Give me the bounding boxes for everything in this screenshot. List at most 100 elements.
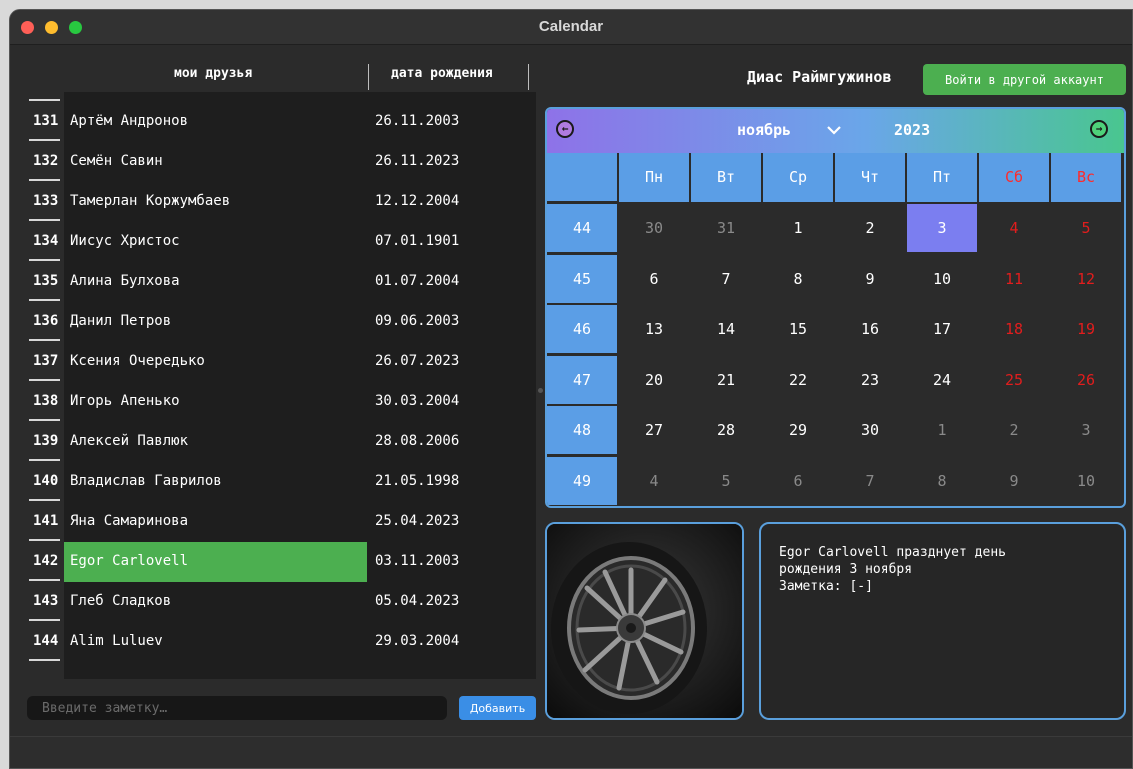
calendar-day[interactable]: 29 <box>763 406 833 454</box>
calendar-day[interactable]: 19 <box>1051 305 1121 353</box>
friend-birthdate[interactable]: 05.04.2023 <box>367 582 536 622</box>
calendar-day[interactable]: 31 <box>691 204 761 252</box>
friend-row[interactable]: 142 Egor Carlovell 03.11.2003 <box>26 542 536 582</box>
calendar-day[interactable]: 20 <box>619 356 689 404</box>
friend-name[interactable]: Владислав Гаврилов <box>64 462 367 502</box>
calendar-day[interactable]: 8 <box>763 255 833 303</box>
calendar-day[interactable]: 24 <box>907 356 977 404</box>
calendar-day[interactable]: 6 <box>619 255 689 303</box>
switch-account-button[interactable]: Войти в другой аккаунт <box>923 64 1126 95</box>
friend-birthdate[interactable]: 30.03.2004 <box>367 382 536 422</box>
calendar-day[interactable]: 14 <box>691 305 761 353</box>
friend-birthdate[interactable]: 26.07.2023 <box>367 342 536 382</box>
friend-row[interactable]: 138 Игорь Апенько 30.03.2004 <box>26 382 536 422</box>
calendar-day[interactable]: 18 <box>979 305 1049 353</box>
friend-row[interactable]: 131 Артём Андронов 26.11.2003 <box>26 102 536 142</box>
calendar-day[interactable]: 25 <box>979 356 1049 404</box>
friend-name[interactable]: Алина Булхова <box>64 262 367 302</box>
month-selector[interactable]: ноябрь <box>737 121 791 139</box>
column-header-name[interactable]: мои друзья <box>174 66 252 81</box>
friend-birthdate[interactable]: 01.07.2004 <box>367 262 536 302</box>
calendar-day[interactable]: 1 <box>907 406 977 454</box>
next-month-icon[interactable]: → <box>1090 120 1108 138</box>
friend-row[interactable]: 134 Иисус Христос 07.01.1901 <box>26 222 536 262</box>
friend-name[interactable]: Алексей Павлюк <box>64 422 367 462</box>
calendar-day[interactable]: 1 <box>763 204 833 252</box>
friend-name[interactable]: Артём Андронов <box>64 102 367 142</box>
friend-name[interactable]: Глеб Сладков <box>64 582 367 622</box>
column-header-date[interactable]: дата рождения <box>391 66 493 81</box>
calendar-day[interactable]: 11 <box>979 255 1049 303</box>
friend-name[interactable]: Игорь Апенько <box>64 382 367 422</box>
calendar-day[interactable]: 28 <box>691 406 761 454</box>
calendar-day[interactable]: 30 <box>619 204 689 252</box>
friend-name[interactable]: Данил Петров <box>64 302 367 342</box>
calendar-day[interactable]: 5 <box>691 457 761 505</box>
add-note-button[interactable]: Добавить <box>459 696 536 720</box>
friend-birthdate[interactable]: 03.11.2003 <box>367 542 536 582</box>
friend-row[interactable]: 133 Тамерлан Коржумбаев 12.12.2004 <box>26 182 536 222</box>
friend-birthdate[interactable]: 07.01.1901 <box>367 222 536 262</box>
friend-birthdate[interactable]: 09.06.2003 <box>367 302 536 342</box>
calendar-day[interactable]: 4 <box>619 457 689 505</box>
calendar-day[interactable]: 3 <box>907 204 977 252</box>
calendar-day[interactable]: 15 <box>763 305 833 353</box>
calendar-day[interactable]: 6 <box>763 457 833 505</box>
calendar-day[interactable]: 16 <box>835 305 905 353</box>
calendar-day[interactable]: 23 <box>835 356 905 404</box>
friend-birthdate[interactable]: 25.04.2023 <box>367 502 536 542</box>
year-selector[interactable]: 2023 <box>894 121 930 139</box>
calendar-day[interactable]: 10 <box>907 255 977 303</box>
friend-row[interactable]: 143 Глеб Сладков 05.04.2023 <box>26 582 536 622</box>
calendar-day[interactable]: 9 <box>979 457 1049 505</box>
calendar-day[interactable]: 2 <box>979 406 1049 454</box>
row-number: 136 <box>26 302 64 342</box>
friend-name[interactable]: Семён Савин <box>64 142 367 182</box>
friend-name[interactable]: Egor Carlovell <box>64 542 367 582</box>
friend-row[interactable]: 141 Яна Самаринова 25.04.2023 <box>26 502 536 542</box>
calendar-day[interactable]: 7 <box>691 255 761 303</box>
friend-birthdate[interactable]: 26.11.2023 <box>367 142 536 182</box>
calendar-day[interactable]: 17 <box>907 305 977 353</box>
column-separator[interactable] <box>528 64 529 90</box>
calendar-day[interactable]: 8 <box>907 457 977 505</box>
calendar-day[interactable]: 30 <box>835 406 905 454</box>
friend-row[interactable]: 136 Данил Петров 09.06.2003 <box>26 302 536 342</box>
friend-name[interactable]: Тамерлан Коржумбаев <box>64 182 367 222</box>
friend-row[interactable]: 144 Alim Luluev 29.03.2004 <box>26 622 536 662</box>
friend-row[interactable]: 135 Алина Булхова 01.07.2004 <box>26 262 536 302</box>
friend-name[interactable]: Иисус Христос <box>64 222 367 262</box>
friends-list[interactable]: 131 Артём Андронов 26.11.2003 132 Семён Сави… <box>26 92 536 679</box>
calendar-day[interactable]: 7 <box>835 457 905 505</box>
note-input[interactable] <box>27 696 447 720</box>
friend-birthdate[interactable]: 21.05.1998 <box>367 462 536 502</box>
calendar-day[interactable]: 3 <box>1051 406 1121 454</box>
column-separator[interactable] <box>368 64 369 90</box>
friend-birthdate[interactable]: 29.03.2004 <box>367 622 536 662</box>
friend-name[interactable]: Alim Luluev <box>64 622 367 662</box>
calendar-day[interactable]: 5 <box>1051 204 1121 252</box>
calendar-day[interactable]: 13 <box>619 305 689 353</box>
calendar-day[interactable]: 26 <box>1051 356 1121 404</box>
splitter-handle[interactable] <box>538 388 543 393</box>
friend-birthdate[interactable]: 28.08.2006 <box>367 422 536 462</box>
row-number-divider <box>29 579 60 581</box>
previous-month-icon[interactable]: ← <box>556 120 574 138</box>
calendar-day[interactable]: 9 <box>835 255 905 303</box>
calendar-day[interactable]: 10 <box>1051 457 1121 505</box>
calendar-day[interactable]: 4 <box>979 204 1049 252</box>
friend-row[interactable]: 139 Алексей Павлюк 28.08.2006 <box>26 422 536 462</box>
friend-name[interactable]: Яна Самаринова <box>64 502 367 542</box>
friend-row[interactable]: 132 Семён Савин 26.11.2023 <box>26 142 536 182</box>
calendar-day[interactable]: 27 <box>619 406 689 454</box>
calendar-day[interactable]: 22 <box>763 356 833 404</box>
friend-birthdate[interactable]: 26.11.2003 <box>367 102 536 142</box>
friend-row[interactable]: 137 Ксения Очередько 26.07.2023 <box>26 342 536 382</box>
calendar-day[interactable]: 12 <box>1051 255 1121 303</box>
friend-row[interactable]: 140 Владислав Гаврилов 21.05.1998 <box>26 462 536 502</box>
friend-name[interactable]: Ксения Очередько <box>64 342 367 382</box>
calendar-day[interactable]: 2 <box>835 204 905 252</box>
friend-birthdate[interactable]: 12.12.2004 <box>367 182 536 222</box>
calendar-day[interactable]: 21 <box>691 356 761 404</box>
chevron-down-icon[interactable] <box>826 124 842 136</box>
